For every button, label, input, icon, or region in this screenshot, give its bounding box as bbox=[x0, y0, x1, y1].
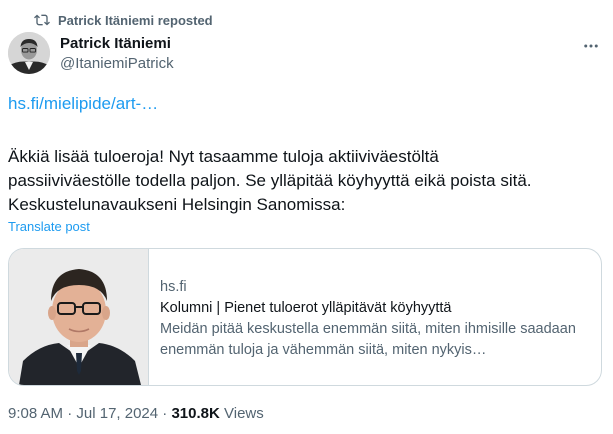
avatar[interactable] bbox=[8, 32, 50, 74]
more-options-button[interactable] bbox=[581, 36, 601, 56]
card-title: Kolumni | Pienet tuloerot ylläpitävät kö… bbox=[160, 300, 452, 316]
post-date[interactable]: Jul 17, 2024 bbox=[76, 405, 158, 422]
card-domain: hs.fi bbox=[160, 279, 187, 295]
author-block: Patrick Itäniemi @ItaniemiPatrick bbox=[60, 35, 174, 74]
post-meta: 9:08 AM · Jul 17, 2024 · 310.8K Views bbox=[8, 404, 264, 424]
author-name[interactable]: Patrick Itäniemi bbox=[60, 35, 174, 53]
meta-separator: · bbox=[158, 405, 172, 422]
link-preview-card[interactable]: hs.fi Kolumni | Pienet tuloerot ylläpitä… bbox=[8, 248, 602, 386]
card-description: Meidän pitää keskustella enemmän siitä, … bbox=[160, 321, 576, 358]
views-label: Views bbox=[219, 405, 264, 422]
author-handle[interactable]: @ItaniemiPatrick bbox=[60, 54, 174, 74]
post-text-line: Äkkiä lisää tuloeroja! Nyt tasaamme tulo… bbox=[8, 147, 439, 166]
post-link[interactable]: hs.fi/mielipide/art-… bbox=[8, 94, 158, 114]
more-icon bbox=[584, 44, 598, 48]
views-count: 310.8K bbox=[171, 405, 220, 422]
repost-icon bbox=[34, 14, 50, 26]
avatar-image bbox=[8, 32, 50, 74]
translate-post-button[interactable]: Translate post bbox=[8, 218, 90, 236]
post-time[interactable]: 9:08 AM bbox=[8, 405, 63, 422]
post-text-line: passiiviväestölle todella paljon. Se yll… bbox=[8, 171, 532, 190]
meta-separator: · bbox=[63, 405, 77, 422]
card-text: hs.fi Kolumni | Pienet tuloerot ylläpitä… bbox=[149, 249, 596, 385]
post-text-line: Keskustelunavaukseni Helsingin Sanomissa… bbox=[8, 195, 346, 214]
post-text: Äkkiä lisää tuloeroja! Nyt tasaamme tulo… bbox=[8, 145, 605, 217]
card-thumbnail bbox=[9, 249, 149, 385]
card-thumbnail-image bbox=[9, 249, 148, 385]
repost-text: Patrick Itäniemi reposted bbox=[58, 12, 213, 28]
repost-indicator[interactable]: Patrick Itäniemi reposted bbox=[34, 10, 213, 30]
